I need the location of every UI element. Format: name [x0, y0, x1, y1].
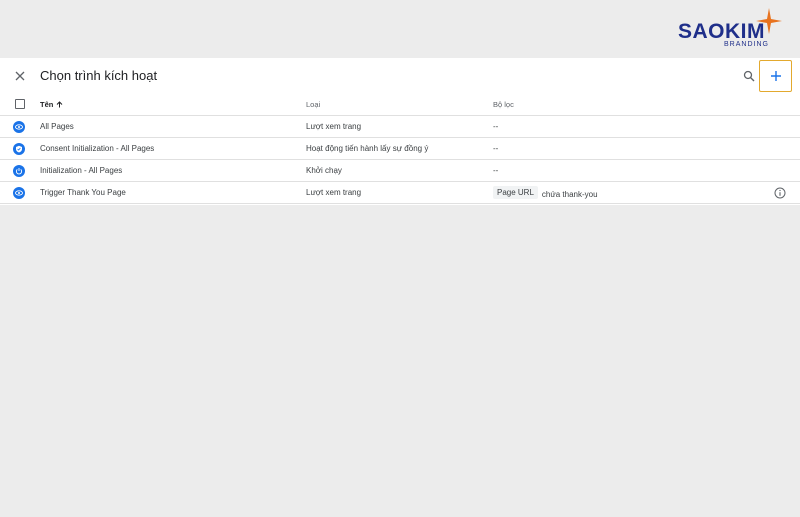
trigger-type: Khởi chạy [306, 166, 342, 175]
power-icon [13, 165, 25, 177]
trigger-picker-panel: Chọn trình kích hoạt Tên Loại Bộ lọc All… [0, 58, 800, 205]
eye-icon [13, 121, 25, 133]
filter-chip: Page URL [493, 186, 538, 199]
close-icon [15, 71, 25, 81]
trigger-name: All Pages [40, 122, 74, 131]
table-row[interactable]: Consent Initialization - All Pages Hoạt … [0, 138, 800, 160]
search-button[interactable] [739, 66, 759, 86]
table-header: Tên Loại Bộ lọc [0, 94, 800, 116]
triggers-table: Tên Loại Bộ lọc All Pages Lượt xem trang… [0, 94, 800, 204]
trigger-name: Consent Initialization - All Pages [40, 144, 155, 153]
brand-subtitle: BRANDING [724, 41, 769, 48]
trigger-filter: Page URL chứa thank-you [493, 186, 598, 201]
brand-logo: SAOKIM BRANDING [678, 6, 788, 50]
trigger-name: Initialization - All Pages [40, 166, 123, 175]
column-header-name-label: Tên [40, 100, 54, 109]
close-button[interactable] [10, 66, 30, 86]
trigger-name: Trigger Thank You Page [40, 188, 126, 197]
trigger-filter: -- [493, 144, 499, 153]
filter-condition: chứa thank-you [541, 190, 598, 199]
table-row[interactable]: Trigger Thank You Page Lượt xem trang Pa… [0, 182, 800, 204]
arrow-up-icon [56, 101, 63, 108]
table-row[interactable]: Initialization - All Pages Khởi chạy -- [0, 160, 800, 182]
trigger-type: Lượt xem trang [306, 122, 362, 131]
consent-shield-icon [13, 143, 25, 155]
panel-header: Chọn trình kích hoạt [0, 58, 800, 94]
trigger-filter: -- [493, 166, 499, 175]
column-header-name[interactable]: Tên [40, 100, 63, 109]
info-icon [774, 187, 786, 199]
column-header-filter: Bộ lọc [493, 100, 514, 109]
trigger-type: Hoạt động tiến hành lấy sự đồng ý [306, 144, 429, 153]
add-trigger-button[interactable] [759, 60, 792, 92]
trigger-type: Lượt xem trang [306, 188, 362, 197]
column-header-type: Loại [306, 100, 321, 109]
search-icon [743, 70, 755, 82]
select-all-checkbox[interactable] [15, 99, 25, 109]
table-row[interactable]: All Pages Lượt xem trang -- [0, 116, 800, 138]
plus-icon [770, 71, 781, 81]
top-band: SAOKIM BRANDING [0, 0, 800, 58]
info-button[interactable] [773, 186, 787, 200]
eye-icon [13, 187, 25, 199]
star-icon [756, 8, 782, 34]
trigger-filter: -- [493, 122, 499, 131]
panel-title: Chọn trình kích hoạt [40, 68, 158, 83]
